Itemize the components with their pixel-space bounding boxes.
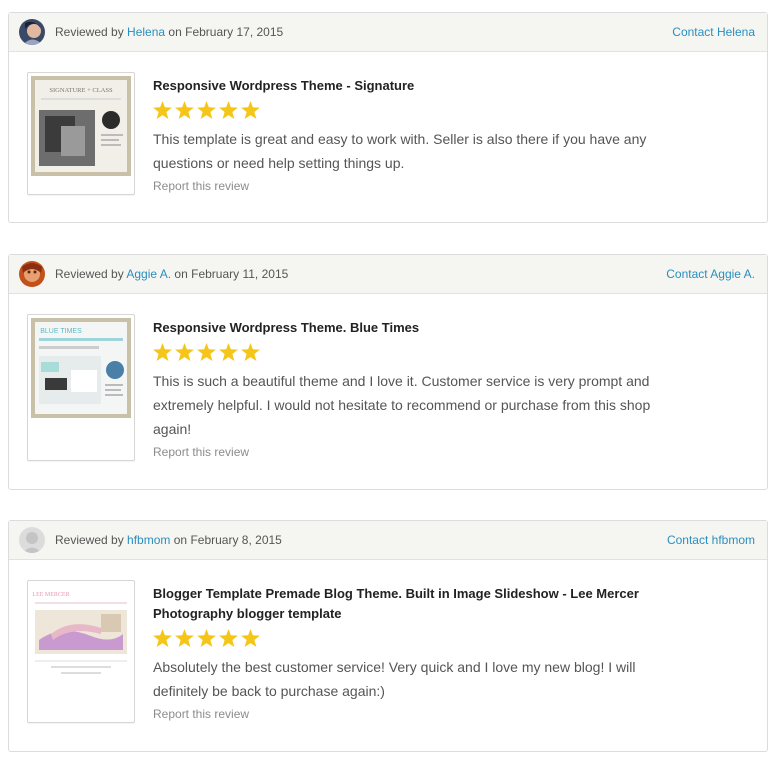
review-details: Responsive Wordpress Theme - Signature T… bbox=[153, 72, 757, 195]
listing-title-link[interactable]: Responsive Wordpress Theme - Signature bbox=[153, 76, 693, 96]
star-icon bbox=[219, 101, 238, 119]
star-rating bbox=[153, 629, 757, 647]
reviewer-name-link[interactable]: Helena bbox=[127, 25, 165, 39]
review-text: Absolutely the best customer service! Ve… bbox=[153, 659, 636, 699]
star-icon bbox=[219, 629, 238, 647]
review-body: BLUE TIMES Responsive Wordpress Theme. B… bbox=[9, 294, 767, 461]
review-details: Blogger Template Premade Blog Theme. Bui… bbox=[153, 580, 757, 723]
star-icon bbox=[241, 343, 260, 361]
report-review-link[interactable]: Report this review bbox=[153, 707, 249, 721]
thumb-text: BLUE TIMES bbox=[40, 328, 82, 335]
lee-mercer-theme-thumbnail-icon: LEE MERCER bbox=[31, 584, 131, 684]
review-body: LEE MERCER Blogger Template Premade Blog… bbox=[9, 560, 767, 723]
review-details: Responsive Wordpress Theme. Blue Times T… bbox=[153, 314, 757, 461]
thumb-text: LEE MERCER bbox=[32, 592, 69, 598]
star-icon bbox=[175, 629, 194, 647]
reviewer-line: Reviewed by Helena on February 17, 2015 bbox=[55, 25, 672, 39]
reviewed-by-prefix: Reviewed by bbox=[55, 25, 124, 39]
listing-thumbnail[interactable]: SIGNATURE + CLASS bbox=[27, 72, 135, 195]
star-icon bbox=[153, 629, 172, 647]
listing-thumbnail[interactable]: LEE MERCER bbox=[27, 580, 135, 723]
star-icon bbox=[197, 629, 216, 647]
review-date: February 11, 2015 bbox=[191, 267, 289, 281]
review-date: February 17, 2015 bbox=[185, 25, 284, 39]
contact-reviewer-link[interactable]: Contact Aggie A. bbox=[666, 267, 755, 281]
review-text: This template is great and easy to work … bbox=[153, 131, 647, 171]
star-rating bbox=[153, 343, 757, 361]
review-header: Reviewed by Helena on February 17, 2015 … bbox=[9, 13, 767, 52]
date-prefix: on bbox=[168, 25, 182, 39]
avatar[interactable] bbox=[19, 527, 45, 553]
star-icon bbox=[153, 343, 172, 361]
blue-times-theme-thumbnail-icon: BLUE TIMES bbox=[31, 318, 131, 418]
star-icon bbox=[153, 101, 172, 119]
listing-title-link[interactable]: Responsive Wordpress Theme. Blue Times bbox=[153, 318, 693, 338]
listing-title-link[interactable]: Blogger Template Premade Blog Theme. Bui… bbox=[153, 584, 693, 624]
thumb-text: SIGNATURE + CLASS bbox=[49, 87, 113, 94]
review-card: Reviewed by Helena on February 17, 2015 … bbox=[8, 12, 768, 223]
listing-thumbnail[interactable]: BLUE TIMES bbox=[27, 314, 135, 461]
star-icon bbox=[197, 101, 216, 119]
star-icon bbox=[241, 629, 260, 647]
default-avatar-icon bbox=[19, 527, 45, 553]
report-review-link[interactable]: Report this review bbox=[153, 179, 249, 193]
star-rating bbox=[153, 101, 757, 119]
star-icon bbox=[175, 343, 194, 361]
reviewed-by-prefix: Reviewed by bbox=[55, 267, 124, 281]
review-card: Reviewed by hfbmom on February 8, 2015 C… bbox=[8, 520, 768, 752]
avatar-photo-icon bbox=[19, 261, 45, 287]
avatar-photo-icon bbox=[19, 19, 45, 45]
contact-reviewer-link[interactable]: Contact hfbmom bbox=[667, 533, 755, 547]
reviewer-line: Reviewed by Aggie A. on February 11, 201… bbox=[55, 267, 666, 281]
date-prefix: on bbox=[173, 533, 188, 547]
star-icon bbox=[197, 343, 216, 361]
star-icon bbox=[219, 343, 238, 361]
review-header: Reviewed by hfbmom on February 8, 2015 C… bbox=[9, 521, 767, 560]
avatar[interactable] bbox=[19, 261, 45, 287]
avatar[interactable] bbox=[19, 19, 45, 45]
star-icon bbox=[241, 101, 260, 119]
report-review-link[interactable]: Report this review bbox=[153, 445, 249, 459]
review-date: February 8, 2015 bbox=[190, 533, 282, 547]
reviewer-line: Reviewed by hfbmom on February 8, 2015 bbox=[55, 533, 667, 547]
review-text: This is such a beautiful theme and I lov… bbox=[153, 373, 651, 437]
reviewer-name-link[interactable]: Aggie A. bbox=[126, 267, 171, 281]
reviewed-by-prefix: Reviewed by bbox=[55, 533, 124, 547]
star-icon bbox=[175, 101, 194, 119]
review-card: Reviewed by Aggie A. on February 11, 201… bbox=[8, 254, 768, 490]
contact-reviewer-link[interactable]: Contact Helena bbox=[672, 25, 755, 39]
date-prefix: on bbox=[174, 267, 188, 281]
reviewer-name-link[interactable]: hfbmom bbox=[127, 533, 170, 547]
signature-theme-thumbnail-icon: SIGNATURE + CLASS bbox=[31, 76, 131, 176]
review-body: SIGNATURE + CLASS Responsive Wordpress T… bbox=[9, 52, 767, 195]
review-header: Reviewed by Aggie A. on February 11, 201… bbox=[9, 255, 767, 294]
